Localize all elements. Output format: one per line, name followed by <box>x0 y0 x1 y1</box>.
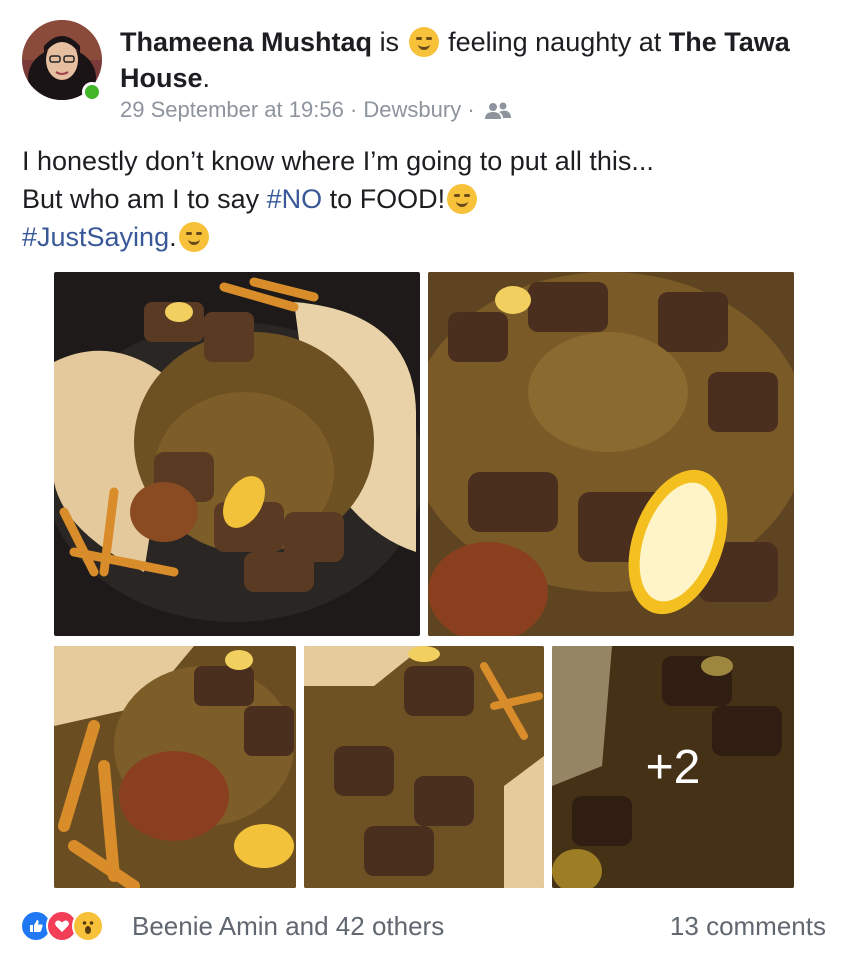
place-suffix: . <box>202 63 211 93</box>
timestamp[interactable]: 29 September at 19:56 <box>120 97 344 122</box>
author-name[interactable]: Thameena Mushtaq <box>120 27 372 57</box>
online-status-icon <box>82 82 102 102</box>
more-photos-overlay[interactable]: +2 <box>552 646 794 888</box>
post-text-suffix: to FOOD! <box>329 184 446 214</box>
post-footer: Beenie Amin and 42 others 13 comments <box>20 904 826 948</box>
post-photo-3[interactable] <box>54 646 296 888</box>
wink-emoji-icon <box>178 222 209 252</box>
food-photo-image <box>54 646 296 888</box>
food-photo-image <box>54 277 420 622</box>
yum-emoji-icon <box>447 184 478 214</box>
post-text-line-3: #JustSaying. <box>22 218 822 256</box>
post-header: Thameena Mushtaq is feeling naughty at T… <box>120 24 830 96</box>
food-photo-image <box>304 646 544 888</box>
wink-emoji-icon <box>408 27 439 57</box>
post-text-prefix: But who am I to say <box>22 184 260 214</box>
post-body: I honestly don’t know where I’m going to… <box>22 142 822 256</box>
feeling-text: feeling naughty at <box>448 27 662 57</box>
post-text-line-1: I honestly don’t know where I’m going to… <box>22 146 654 176</box>
hashtag-justsaying[interactable]: #JustSaying <box>22 222 169 252</box>
separator-2: · <box>467 97 475 122</box>
hashtag-suffix: . <box>169 222 177 252</box>
food-photo-image <box>428 272 794 636</box>
wow-icon <box>72 910 104 942</box>
post-photo-1[interactable] <box>54 272 420 636</box>
post-text-line-2: But who am I to say #NO to FOOD! <box>22 180 822 218</box>
likes-summary[interactable]: Beenie Amin and 42 others <box>132 908 444 944</box>
post-photo-5[interactable]: +2 <box>552 646 794 888</box>
is-text: is <box>379 27 400 57</box>
post-photo-2[interactable] <box>428 272 794 636</box>
location[interactable]: Dewsbury <box>363 97 461 122</box>
reaction-icons[interactable] <box>20 910 130 942</box>
post-photo-4[interactable] <box>304 646 544 888</box>
separator: · <box>349 97 358 122</box>
friends-icon[interactable] <box>484 100 511 128</box>
hashtag-no[interactable]: #NO <box>267 184 323 214</box>
post-meta: 29 September at 19:56 · Dewsbury · <box>120 96 511 128</box>
comments-count[interactable]: 13 comments <box>670 908 826 944</box>
